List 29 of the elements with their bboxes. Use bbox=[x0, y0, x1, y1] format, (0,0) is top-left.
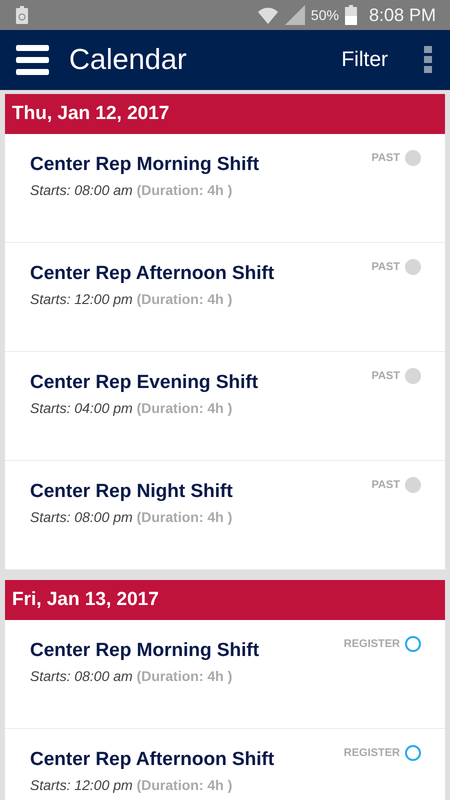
shift-time: Starts: 12:00 pm (Duration: 4h ) bbox=[30, 291, 234, 307]
day-header: Fri, Jan 13, 2017 bbox=[5, 580, 445, 620]
shift-title: Center Rep Afternoon Shift bbox=[30, 263, 274, 285]
shift-title: Center Rep Morning Shift bbox=[30, 154, 260, 176]
shift-row[interactable]: Center Rep Morning Shift Starts: 08:00 am (Duration: 4h ) PAST bbox=[5, 134, 445, 243]
battery-icon bbox=[344, 5, 357, 25]
shift-time: Starts: 12:00 pm (Duration: 4h ) bbox=[30, 777, 234, 793]
shift-row[interactable]: Center Rep Evening Shift Starts: 04:00 pm (Duration: 4h ) PAST bbox=[5, 352, 445, 461]
shift-title: Center Rep Evening Shift bbox=[30, 372, 258, 394]
shift-title: Center Rep Night Shift bbox=[30, 481, 233, 503]
app-title: Calendar bbox=[69, 44, 187, 76]
menu-icon[interactable] bbox=[16, 45, 49, 75]
day-header: Thu, Jan 12, 2017 bbox=[5, 94, 445, 134]
signal-icon bbox=[284, 5, 305, 25]
shift-time: Starts: 08:00 am (Duration: 4h ) bbox=[30, 182, 234, 198]
shift-title: Center Rep Morning Shift bbox=[30, 640, 260, 662]
shift-row[interactable]: Center Rep Morning Shift Starts: 08:00 am (Duration: 4h ) REGISTER bbox=[5, 620, 445, 729]
shift-time: Starts: 08:00 pm (Duration: 4h ) bbox=[30, 509, 233, 525]
shift-time: Starts: 04:00 pm (Duration: 4h ) bbox=[30, 400, 234, 416]
clock-time: 8:08 PM bbox=[368, 4, 436, 26]
more-options-icon[interactable] bbox=[422, 44, 434, 76]
shift-title: Center Rep Afternoon Shift bbox=[30, 749, 274, 771]
battery-percent: 50% bbox=[310, 7, 339, 23]
filter-button[interactable]: Filter bbox=[337, 44, 392, 76]
shift-time: Starts: 08:00 am (Duration: 4h ) bbox=[30, 668, 234, 684]
shift-row[interactable]: Center Rep Afternoon Shift Starts: 12:00 pm (Duration: 4h ) REGISTER bbox=[5, 729, 445, 800]
shift-row[interactable]: Center Rep Afternoon Shift Starts: 12:00 pm (Duration: 4h ) PAST bbox=[5, 243, 445, 352]
shift-row[interactable]: Center Rep Night Shift Starts: 08:00 pm (Duration: 4h ) PAST bbox=[5, 461, 445, 570]
wifi-icon bbox=[256, 5, 279, 25]
